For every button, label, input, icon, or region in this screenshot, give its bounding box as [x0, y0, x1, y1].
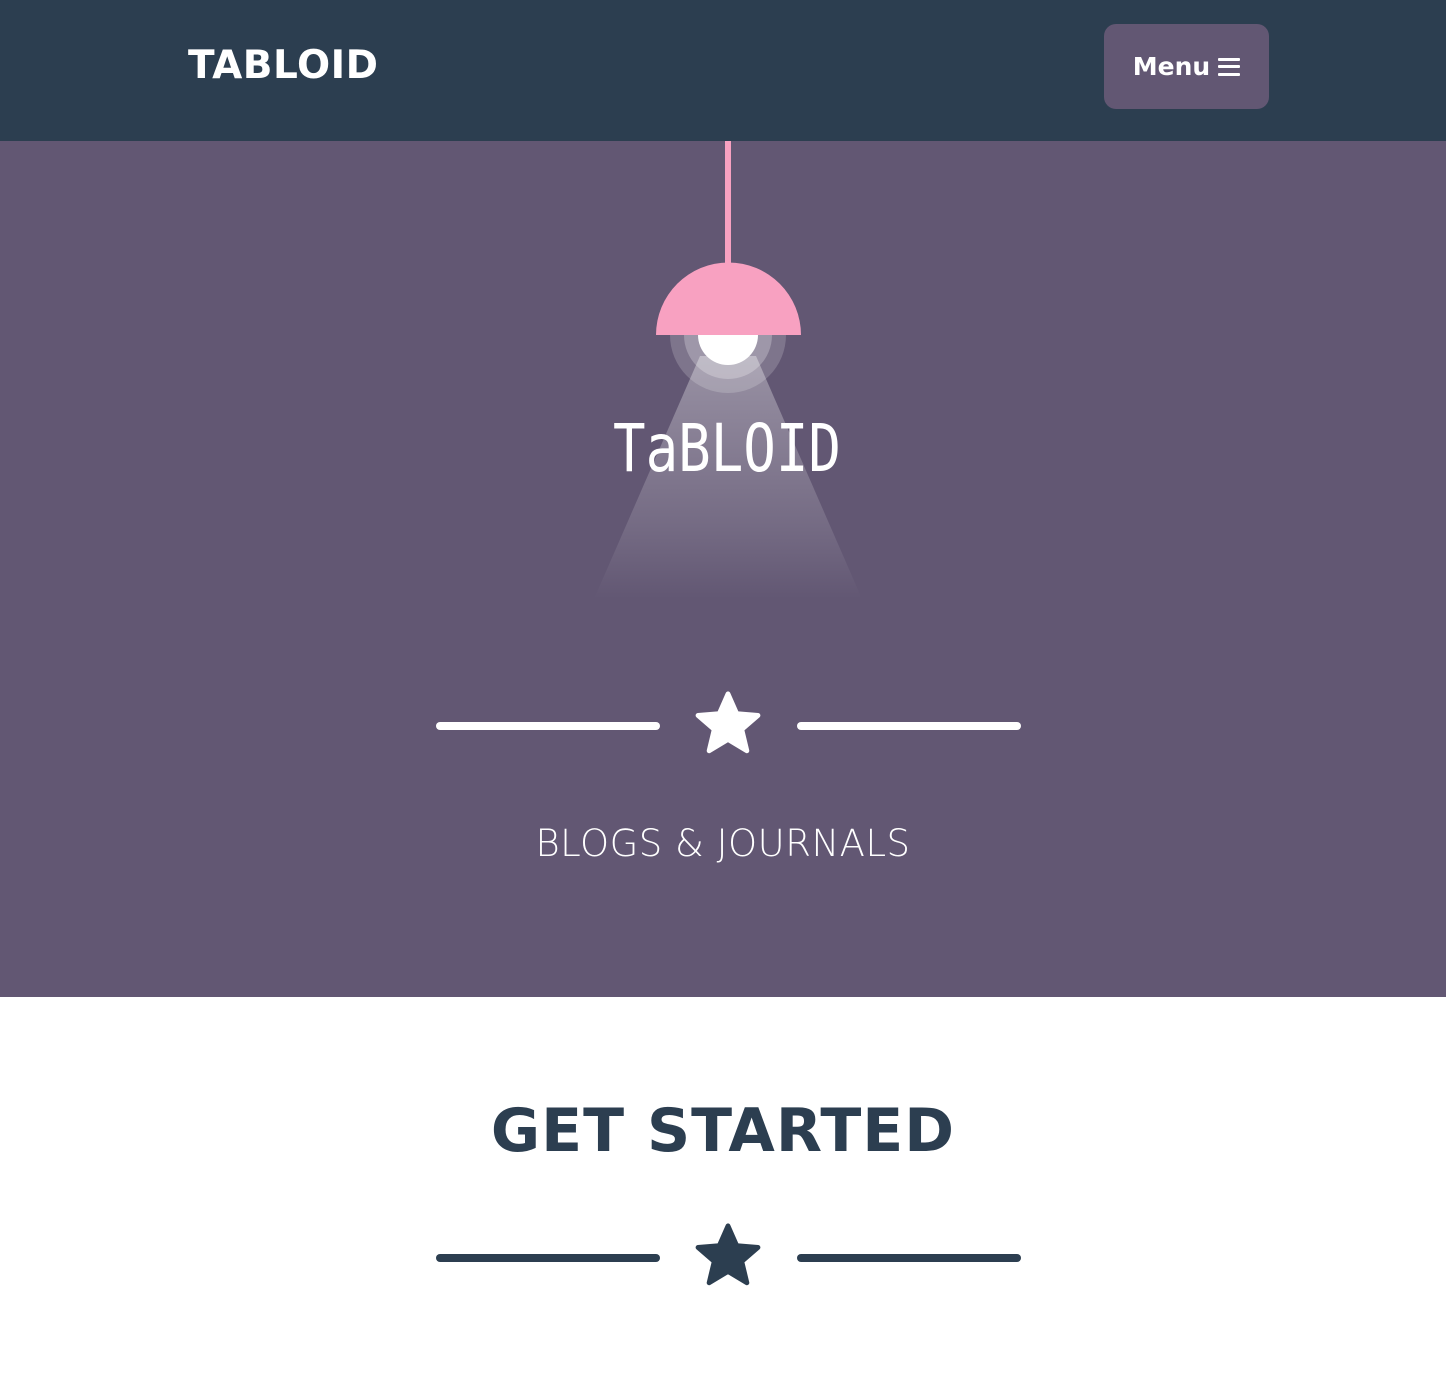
lamp-logo: TaBLOID [594, 141, 862, 599]
menu-label: Menu [1132, 52, 1211, 81]
lamp-shade [656, 262, 801, 335]
divider-line-left [436, 722, 660, 730]
masthead: TaBLOID BLOGS & JOURNALS [0, 141, 1446, 997]
menu-button[interactable]: Menu [1104, 24, 1269, 109]
divider-line-right [797, 722, 1021, 730]
star-divider [436, 685, 1022, 765]
divider-line-right [797, 1254, 1021, 1262]
star-divider-dark [436, 1217, 1022, 1297]
divider-line-left [436, 1254, 660, 1262]
masthead-subtitle: BLOGS & JOURNALS [535, 822, 911, 865]
lamp-cord [725, 141, 731, 267]
star-icon [695, 691, 761, 754]
bars-icon [1218, 57, 1241, 76]
logo-text: TaBLOID [613, 410, 841, 487]
top-navbar: TABLOID Menu [0, 0, 1446, 141]
brand-link[interactable]: TABLOID [188, 44, 378, 88]
star-icon [695, 1223, 761, 1286]
section-title: GET STARTED [490, 1096, 956, 1166]
